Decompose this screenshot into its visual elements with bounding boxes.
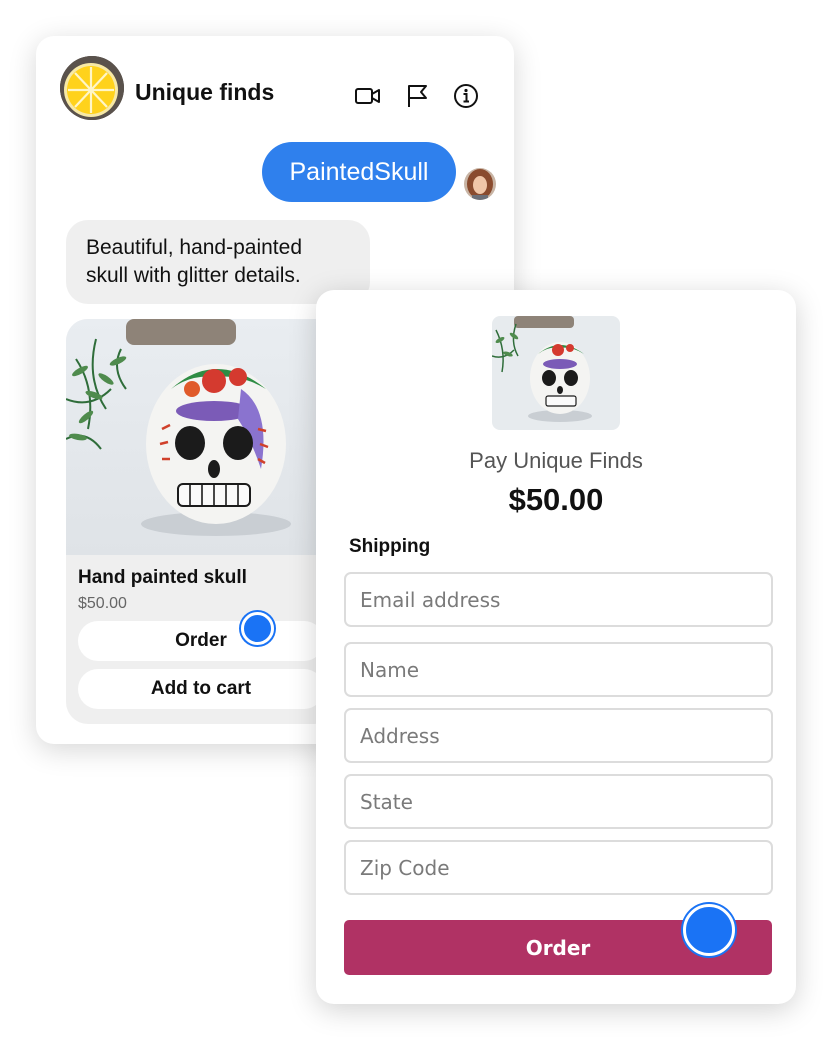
incoming-message-line: skull with glitter details. — [86, 264, 301, 287]
product-photo[interactable] — [66, 319, 336, 555]
info-icon[interactable] — [452, 82, 480, 110]
incoming-message-line: Beautiful, hand-painted — [86, 236, 302, 259]
address-field[interactable] — [344, 708, 773, 763]
product-card: Hand painted skull $50.00 Order Add to c… — [66, 319, 336, 724]
name-field[interactable] — [344, 642, 773, 697]
flag-icon[interactable] — [404, 82, 432, 110]
lemon-avatar-image — [60, 56, 124, 120]
zip-code-field[interactable] — [344, 840, 773, 895]
payment-amount: $50.00 — [508, 482, 604, 517]
order-button[interactable]: Order — [78, 621, 324, 661]
shipping-section-label: Shipping — [349, 536, 431, 557]
video-call-icon[interactable] — [354, 82, 382, 110]
state-field[interactable] — [344, 774, 773, 829]
email-field[interactable] — [344, 572, 773, 627]
checkout-panel: Pay Unique Finds $50.00 Shipping Order — [316, 290, 796, 1004]
outgoing-message-bubble: PaintedSkull — [262, 142, 456, 202]
product-title: Hand painted skull — [78, 567, 247, 588]
add-to-cart-button[interactable]: Add to cart — [78, 669, 324, 709]
shop-avatar[interactable] — [60, 56, 124, 120]
outgoing-message-text: PaintedSkull — [289, 157, 429, 186]
merchant-line: Pay Unique Finds — [469, 448, 643, 473]
shop-name: Unique finds — [135, 79, 275, 105]
product-price: $50.00 — [78, 595, 127, 612]
user-avatar — [464, 168, 496, 200]
product-thumbnail — [492, 316, 620, 430]
tap-indicator — [683, 904, 735, 956]
tap-indicator — [241, 612, 274, 645]
